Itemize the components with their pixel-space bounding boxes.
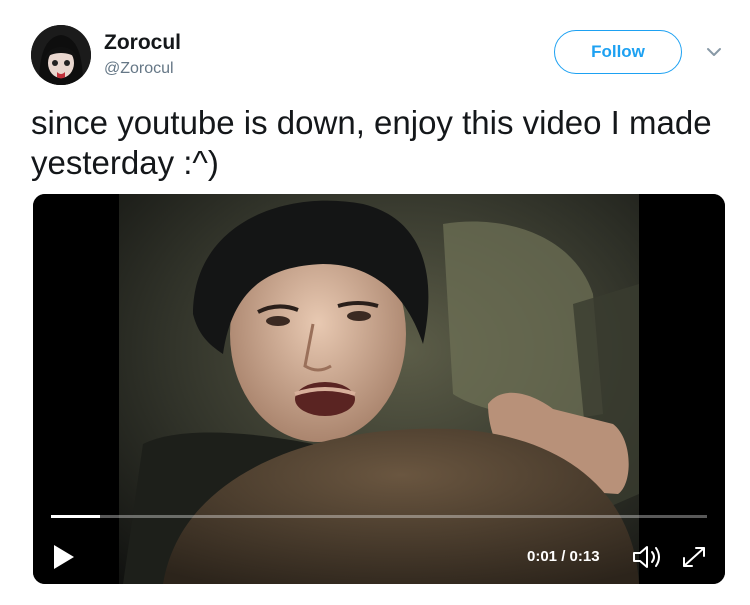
fullscreen-icon <box>683 547 705 567</box>
play-button[interactable] <box>51 543 77 571</box>
chevron-down-icon[interactable] <box>704 44 724 60</box>
fullscreen-button[interactable] <box>678 542 710 572</box>
display-name[interactable]: Zorocul <box>104 31 181 55</box>
time-display: 0:01 / 0:13 <box>527 548 600 565</box>
volume-icon <box>633 546 660 568</box>
user-handle[interactable]: @Zorocul <box>104 60 174 78</box>
progress-fill <box>51 515 101 518</box>
play-icon <box>54 545 74 569</box>
progress-bar[interactable] <box>51 515 707 518</box>
volume-button[interactable] <box>631 542 665 572</box>
video-player[interactable]: 0:01 / 0:13 <box>33 194 725 584</box>
follow-button[interactable]: Follow <box>554 30 682 74</box>
tweet-text: since youtube is down, enjoy this video … <box>31 104 712 181</box>
avatar-image <box>31 25 91 85</box>
video-frame <box>33 194 725 584</box>
avatar[interactable] <box>31 25 91 85</box>
